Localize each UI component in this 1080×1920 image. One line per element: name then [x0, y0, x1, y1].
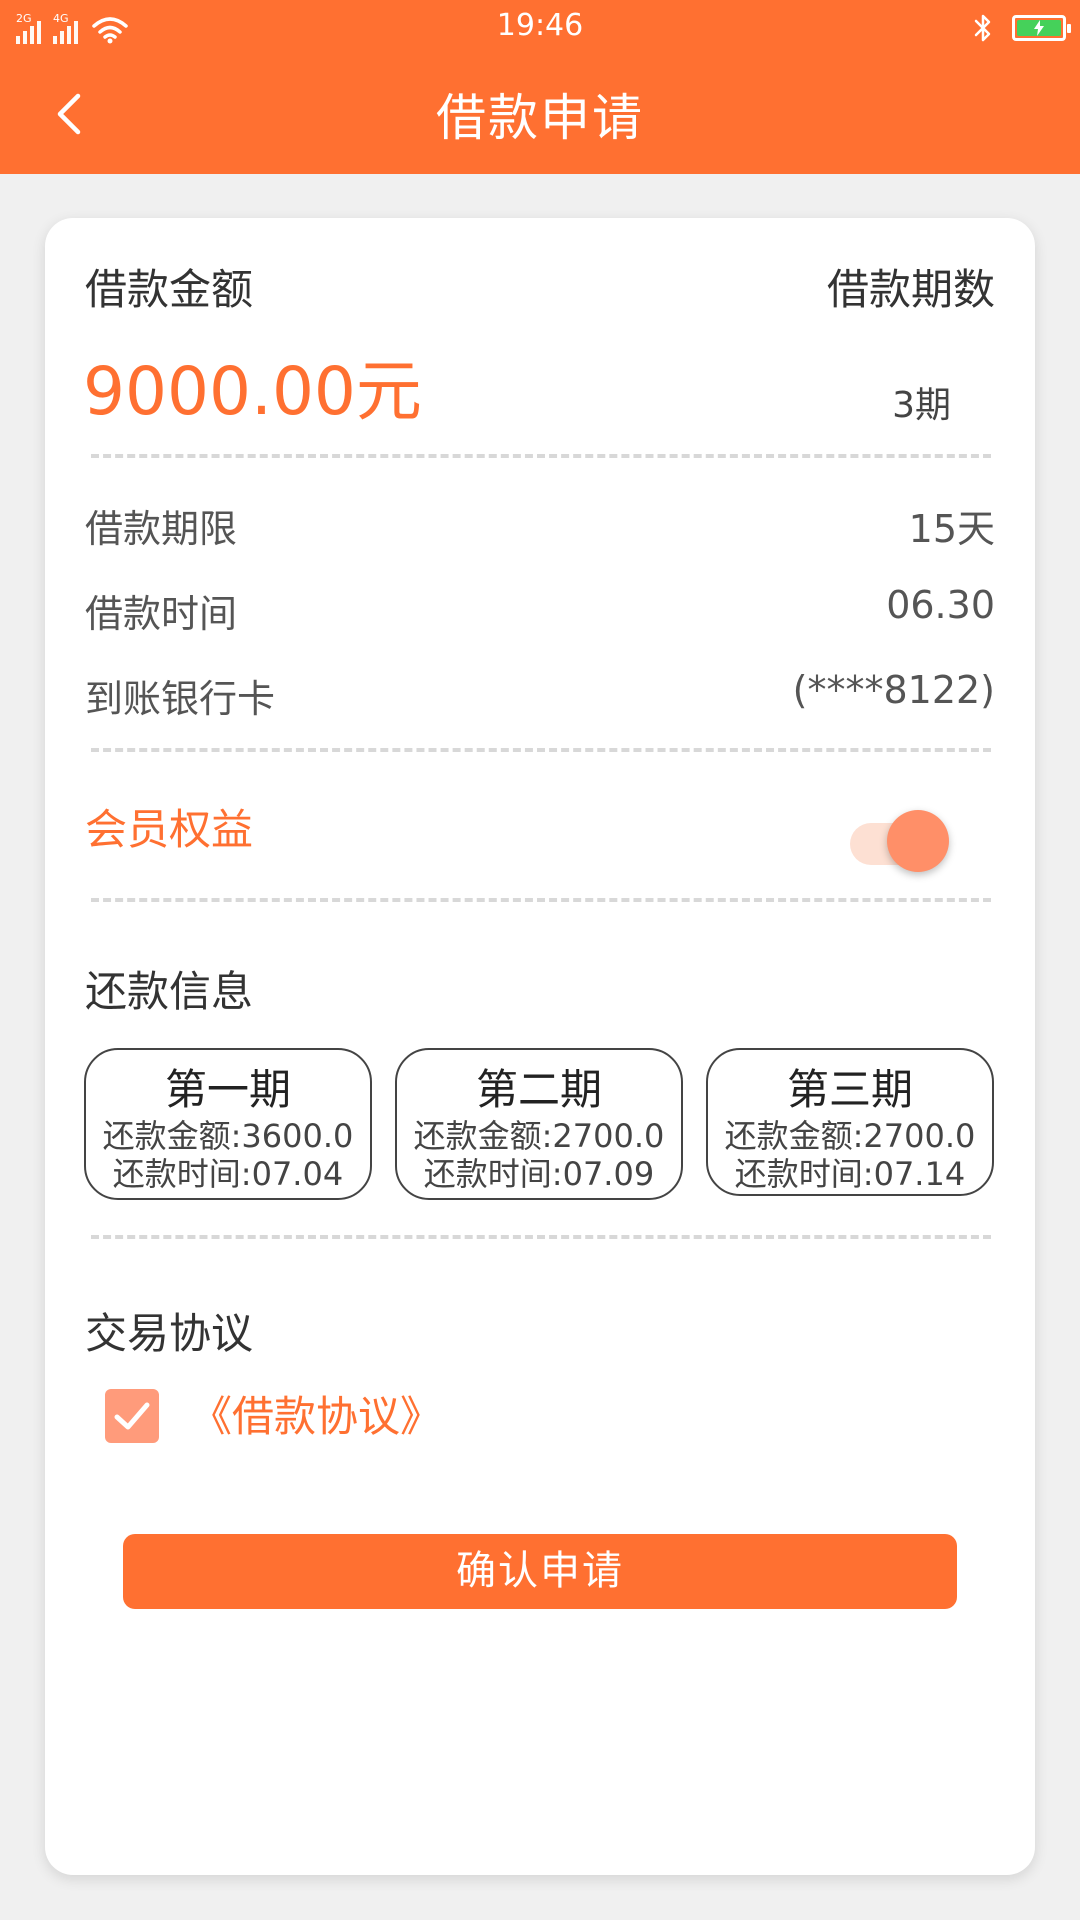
period-date: 还款时间:07.09 [423, 1155, 655, 1193]
charging-icon [1034, 20, 1044, 36]
repayment-title: 还款信息 [85, 967, 254, 1016]
agreement-checkbox[interactable] [105, 1389, 159, 1443]
loan-amount-label: 借款金额 [85, 265, 254, 314]
battery-icon [1012, 15, 1071, 41]
status-time: 19:46 [496, 8, 584, 43]
detail-value-term: 15天 [908, 507, 995, 551]
divider [91, 898, 991, 902]
status-bar: 2G 4G 19:46 [0, 0, 1080, 56]
repayment-period-card[interactable]: 第三期 还款金额:2700.0 还款时间:07.14 [706, 1048, 994, 1196]
check-icon [114, 1402, 150, 1430]
loan-agreement-link[interactable]: 《借款协议》 [190, 1383, 442, 1444]
bluetooth-icon [974, 14, 991, 42]
divider [91, 454, 991, 458]
period-name: 第三期 [786, 1065, 913, 1114]
loan-application-card: 借款金额 借款期数 9000.00元 3期 借款期限 15天 借款时间 06.3… [45, 218, 1035, 1875]
period-name: 第一期 [164, 1065, 291, 1114]
divider [91, 1235, 991, 1239]
period-amount: 还款金额:2700.0 [724, 1117, 976, 1155]
detail-label-date: 借款时间 [85, 592, 238, 636]
confirm-application-button[interactable]: 确认申请 [123, 1534, 957, 1609]
detail-value-date: 06.30 [886, 583, 995, 627]
detail-label-bank-card: 到账银行卡 [85, 677, 276, 721]
period-amount: 还款金额:2700.0 [413, 1117, 665, 1155]
period-date: 还款时间:07.14 [734, 1155, 966, 1193]
period-amount: 还款金额:3600.0 [102, 1117, 354, 1155]
period-name: 第二期 [475, 1065, 602, 1114]
agreement-title: 交易协议 [85, 1309, 254, 1358]
toggle-knob[interactable] [887, 810, 949, 872]
repayment-period-card[interactable]: 第二期 还款金额:2700.0 还款时间:07.09 [395, 1048, 683, 1200]
period-date: 还款时间:07.04 [112, 1155, 344, 1193]
loan-periods-label: 借款期数 [826, 265, 995, 314]
membership-label: 会员权益 [85, 805, 254, 854]
page-title: 借款申请 [436, 89, 644, 147]
navigation-bar: 借款申请 [0, 56, 1080, 174]
divider [91, 748, 991, 752]
loan-periods-value[interactable]: 3期 [892, 376, 951, 428]
detail-value-bank-card[interactable]: (****8122) [793, 668, 995, 712]
repayment-period-card[interactable]: 第一期 还款金额:3600.0 还款时间:07.04 [84, 1048, 372, 1200]
detail-label-term: 借款期限 [85, 507, 238, 551]
loan-amount-value: 9000.00元 [83, 353, 422, 430]
